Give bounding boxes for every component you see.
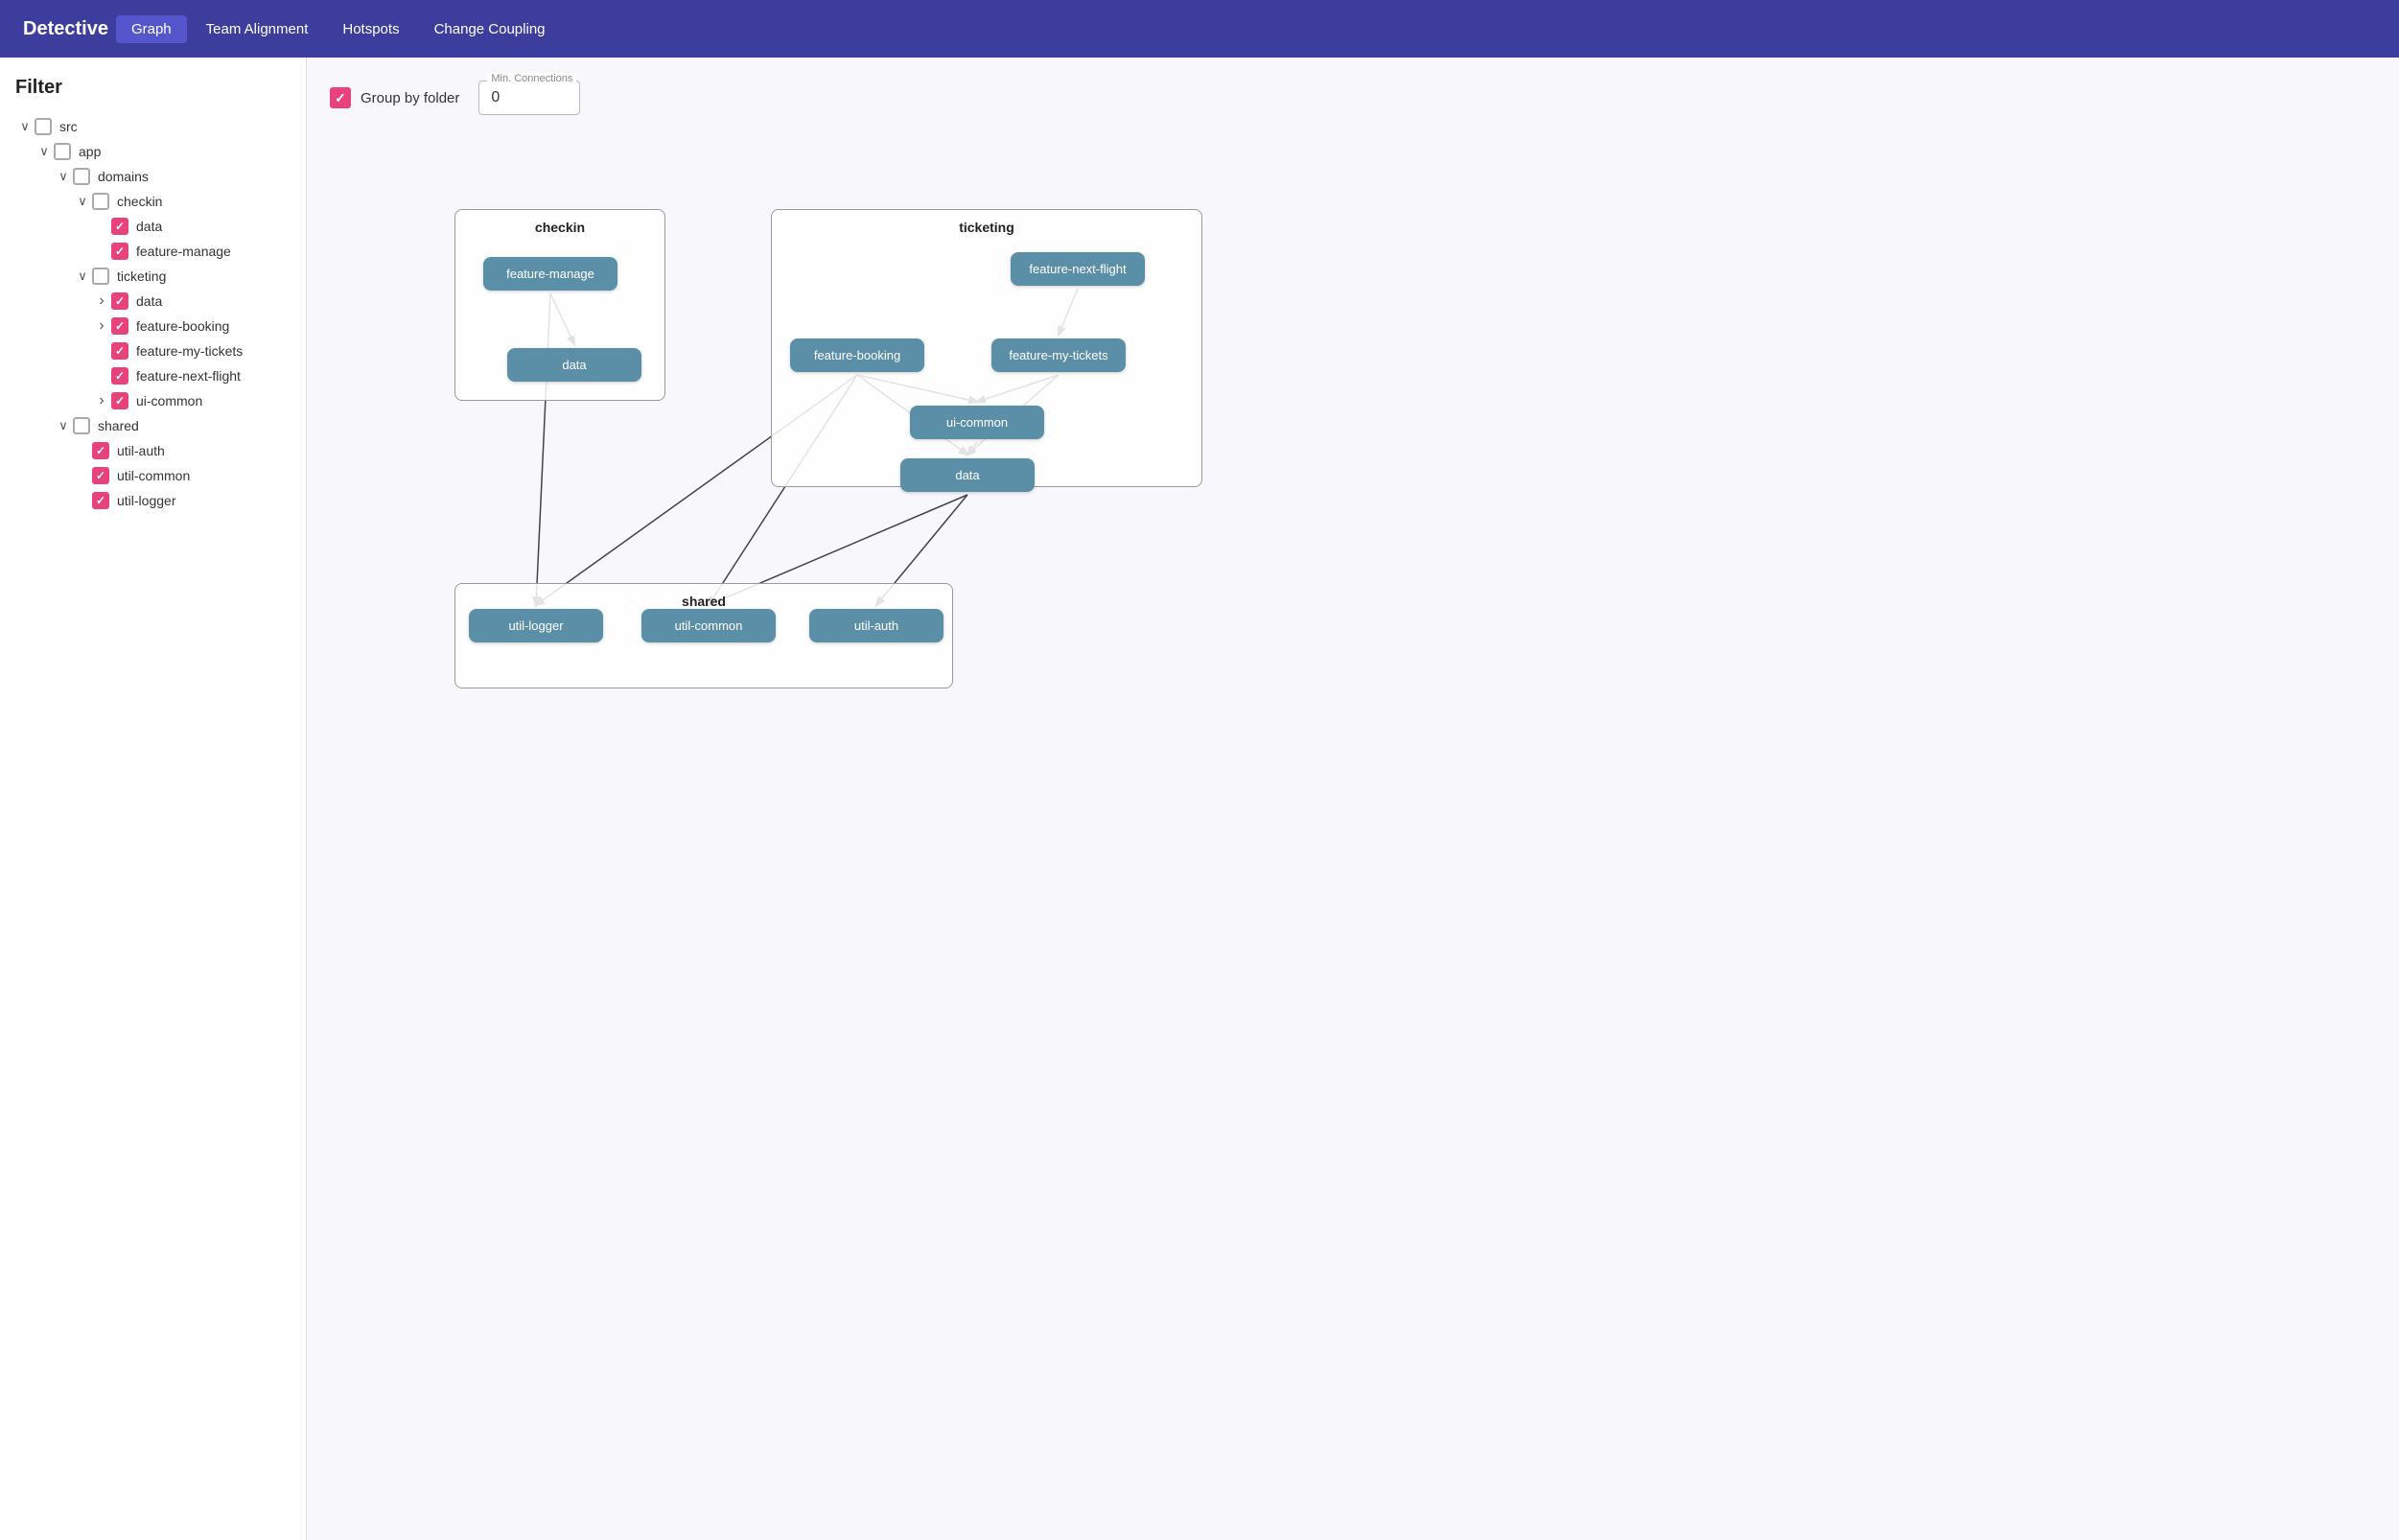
item-label: shared [98,418,139,433]
toggle-icon: › [92,292,111,310]
tree-item-checkin-data[interactable]: data [15,214,291,239]
main-layout: Filter ∨ src ∨ app ∨ domains ∨ checkin data fea… [0,58,2399,1540]
group-by-folder-label: Group by folder [361,90,459,106]
node-feature-manage[interactable]: feature-manage [483,257,617,291]
item-label: data [136,293,162,309]
node-feature-my-tickets[interactable]: feature-my-tickets [991,338,1126,372]
checkbox[interactable] [111,342,128,360]
item-label: util-logger [117,493,175,508]
nav-item-change-coupling[interactable]: Change Coupling [419,15,561,43]
folder-label-ticketing: ticketing [781,220,1192,235]
item-label: src [59,119,78,134]
tree-item-ticketing-data[interactable]: › data [15,289,291,314]
tree-item-shared-util-auth[interactable]: util-auth [15,438,291,463]
sidebar-title: Filter [15,77,291,99]
item-label: domains [98,169,149,184]
tree-item-ticketing[interactable]: ∨ ticketing [15,264,291,289]
item-label: feature-booking [136,318,229,334]
node-util-logger[interactable]: util-logger [469,609,603,642]
item-label: feature-manage [136,244,231,259]
toggle-icon: ∨ [35,144,54,159]
checkbox[interactable] [54,143,71,160]
graph-area: checkin ticketing shared feature-manage data… [330,142,2376,736]
tree-item-domains[interactable]: ∨ domains [15,164,291,189]
tree-item-shared-util-common[interactable]: util-common [15,463,291,488]
content: Group by folder Min. Connections checkin… [307,58,2399,1540]
checkbox[interactable] [92,442,109,459]
graph-container: checkin ticketing shared feature-manage data… [330,142,1241,736]
node-ticketing-data[interactable]: data [900,458,1035,492]
tree-item-app[interactable]: ∨ app [15,139,291,164]
checkbox[interactable] [73,417,90,434]
toggle-icon: ∨ [73,194,92,209]
checkbox[interactable] [111,367,128,385]
node-util-auth[interactable]: util-auth [809,609,943,642]
tree-item-checkin[interactable]: ∨ checkin [15,189,291,214]
checkbox[interactable] [111,317,128,335]
tree-item-checkin-feature-manage[interactable]: feature-manage [15,239,291,264]
group-by-folder: Group by folder [330,87,459,108]
toolbar: Group by folder Min. Connections [330,81,2376,115]
nav-items: Graph Team Alignment Hotspots Change Cou… [116,15,561,43]
toggle-icon: ∨ [73,268,92,284]
checkbox[interactable] [111,292,128,310]
tree-item-shared-util-logger[interactable]: util-logger [15,488,291,513]
nav-brand: Detective [23,18,108,40]
item-label: ticketing [117,268,166,284]
checkbox[interactable] [111,243,128,260]
checkbox[interactable] [111,218,128,235]
checkbox[interactable] [92,492,109,509]
tree-item-ticketing-feature-my-tickets[interactable]: feature-my-tickets [15,338,291,363]
toggle-icon: ∨ [54,418,73,433]
checkbox[interactable] [35,118,52,135]
node-feature-next-flight[interactable]: feature-next-flight [1011,252,1145,286]
folder-label-shared: shared [465,594,943,609]
toggle-icon: › [92,392,111,409]
item-label: feature-next-flight [136,368,241,384]
checkbox[interactable] [73,168,90,185]
tree-item-ticketing-feature-booking[interactable]: › feature-booking [15,314,291,338]
item-label: checkin [117,194,162,209]
min-connections-label: Min. Connections [487,73,576,84]
tree-item-ticketing-feature-next-flight[interactable]: feature-next-flight [15,363,291,388]
node-util-common[interactable]: util-common [641,609,776,642]
sidebar: Filter ∨ src ∨ app ∨ domains ∨ checkin data fea… [0,58,307,1540]
item-label: data [136,219,162,234]
min-connections-input[interactable] [491,89,568,106]
item-label: feature-my-tickets [136,343,243,359]
nav-item-graph[interactable]: Graph [116,15,187,43]
node-feature-booking[interactable]: feature-booking [790,338,924,372]
nav-item-team-alignment[interactable]: Team Alignment [191,15,324,43]
toggle-icon: ∨ [15,119,35,134]
nav-item-hotspots[interactable]: Hotspots [327,15,414,43]
folder-label-checkin: checkin [465,220,655,235]
checkbox[interactable] [111,392,128,409]
tree-item-src[interactable]: ∨ src [15,114,291,139]
group-by-folder-checkbox[interactable] [330,87,351,108]
toggle-icon: ∨ [54,169,73,184]
tree-item-ticketing-ui-common[interactable]: › ui-common [15,388,291,413]
checkbox[interactable] [92,268,109,285]
toggle-icon: › [92,317,111,335]
min-connections-field: Min. Connections [478,81,580,115]
node-checkin-data[interactable]: data [507,348,641,382]
node-ui-common[interactable]: ui-common [910,406,1044,439]
checkbox[interactable] [92,467,109,484]
checkbox[interactable] [92,193,109,210]
tree-item-shared[interactable]: ∨ shared [15,413,291,438]
item-label: app [79,144,101,159]
item-label: util-auth [117,443,165,458]
item-label: ui-common [136,393,202,408]
item-label: util-common [117,468,190,483]
tree-container: ∨ src ∨ app ∨ domains ∨ checkin data feature-ma… [15,114,291,513]
nav-bar: Detective Graph Team Alignment Hotspots … [0,0,2399,58]
